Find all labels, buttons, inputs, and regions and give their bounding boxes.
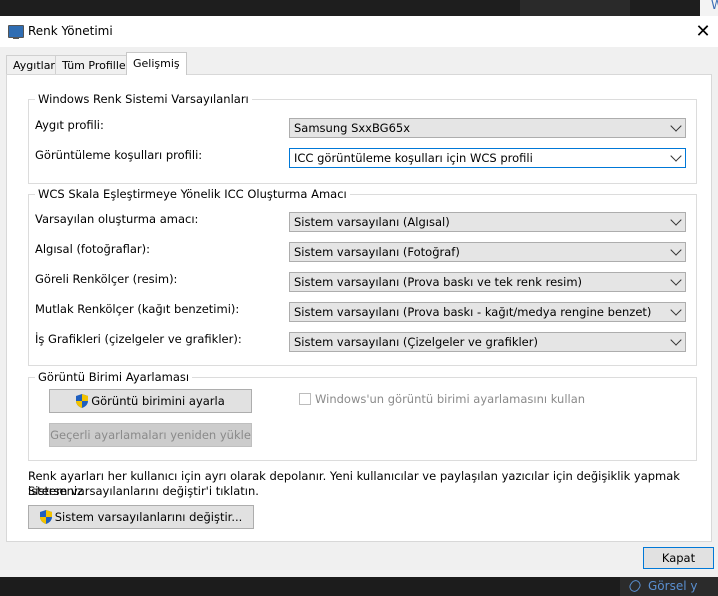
use-windows-calibration-checkbox[interactable]	[299, 393, 311, 405]
calibrate-display-button[interactable]: Görüntü birimini ayarla	[49, 389, 252, 413]
business-graphics-dropdown[interactable]: Sistem varsayılanı (Çizelgeler ve grafik…	[289, 332, 686, 352]
business-graphics-value: Sistem varsayılanı (Çizelgeler ve grafik…	[294, 335, 538, 349]
viewing-conditions-value: ICC görüntüleme koşulları için WCS profi…	[294, 151, 533, 165]
monitor-icon	[8, 25, 24, 39]
color-management-window: Renk Yönetimi ✕ Aygıtlar Tüm Profiller G…	[0, 16, 718, 577]
tab-advanced[interactable]: Gelişmiş	[126, 52, 187, 75]
chevron-down-icon	[670, 244, 682, 256]
close-window-button[interactable]: ✕	[688, 16, 718, 47]
background-bottom-bar: Görsel y	[0, 577, 718, 596]
wcs-defaults-title: Windows Renk Sistemi Varsayılanları	[35, 92, 252, 106]
default-intent-label: Varsayılan oluşturma amacı:	[35, 212, 199, 226]
relative-colorimetric-value: Sistem varsayılanı (Prova baskı ve tek r…	[294, 275, 583, 289]
display-calibration-title: Görüntü Birimi Ayarlaması	[35, 370, 193, 384]
close-button[interactable]: Kapat	[643, 547, 714, 569]
use-windows-calibration-label: Windows'un görüntü birimi ayarlamasını k…	[315, 392, 586, 406]
tab-all-profiles[interactable]: Tüm Profiller	[55, 55, 138, 75]
background-top-bar: W	[0, 0, 718, 16]
info-text-line-2: Sistem varsayılanlarını değiştir'i tıkla…	[28, 484, 259, 498]
absolute-colorimetric-label: Mutlak Renkölçer (kağıt benzetimi):	[35, 302, 240, 316]
relative-colorimetric-label: Göreli Renkölçer (resim):	[35, 272, 178, 286]
attachment-label: Görsel y	[648, 579, 698, 593]
advanced-tab-panel: Windows Renk Sistemi Varsayılanları Aygı…	[6, 74, 712, 542]
corner-letter: W	[711, 0, 718, 12]
chevron-down-icon	[670, 334, 682, 346]
chevron-down-icon	[670, 274, 682, 286]
change-system-defaults-button[interactable]: Sistem varsayılanlarını değiştir...	[28, 505, 254, 529]
calibrate-display-label: Görüntü birimini ayarla	[91, 394, 225, 408]
default-intent-value: Sistem varsayılanı (Algısal)	[294, 215, 450, 229]
wcs-defaults-group: Windows Renk Sistemi Varsayılanları	[28, 92, 697, 184]
uac-shield-icon	[76, 394, 89, 408]
background-attachment-area: Görsel y	[620, 577, 718, 596]
device-profile-value: Samsung SxxBG65x	[294, 121, 411, 135]
tab-devices[interactable]: Aygıtlar	[6, 55, 62, 75]
viewing-conditions-label: Görüntüleme koşulları profili:	[35, 148, 203, 162]
window-title: Renk Yönetimi	[28, 24, 113, 38]
gamut-mapping-title: WCS Skala Eşleştirmeye Yönelik ICC Oluşt…	[35, 187, 350, 201]
device-profile-dropdown[interactable]: Samsung SxxBG65x	[289, 118, 686, 138]
reload-calibration-button[interactable]: Geçerli ayarlamaları yeniden yükle	[49, 423, 252, 447]
absolute-colorimetric-dropdown[interactable]: Sistem varsayılanı (Prova baskı - kağıt/…	[289, 302, 686, 322]
change-system-defaults-label: Sistem varsayılanlarını değiştir...	[54, 510, 243, 524]
business-graphics-label: İş Grafikleri (çizelgeler ve grafikler):	[35, 332, 242, 346]
absolute-colorimetric-value: Sistem varsayılanı (Prova baskı - kağıt/…	[294, 305, 652, 319]
chevron-down-icon	[670, 214, 682, 226]
title-bar: Renk Yönetimi ✕	[0, 16, 718, 47]
perceptual-value: Sistem varsayılanı (Fotoğraf)	[294, 245, 460, 259]
relative-colorimetric-dropdown[interactable]: Sistem varsayılanı (Prova baskı ve tek r…	[289, 272, 686, 292]
background-window-corner: W	[700, 0, 718, 16]
background-strip	[520, 0, 630, 16]
viewing-conditions-dropdown[interactable]: ICC görüntüleme koşulları için WCS profi…	[289, 148, 686, 168]
device-profile-label: Aygıt profili:	[35, 118, 104, 132]
uac-shield-icon	[39, 510, 52, 524]
chevron-down-icon	[670, 304, 682, 316]
chevron-down-icon	[670, 150, 682, 162]
paperclip-icon	[627, 578, 643, 594]
chevron-down-icon	[670, 120, 682, 132]
default-intent-dropdown[interactable]: Sistem varsayılanı (Algısal)	[289, 212, 686, 232]
perceptual-dropdown[interactable]: Sistem varsayılanı (Fotoğraf)	[289, 242, 686, 262]
perceptual-label: Algısal (fotoğraflar):	[35, 242, 151, 256]
